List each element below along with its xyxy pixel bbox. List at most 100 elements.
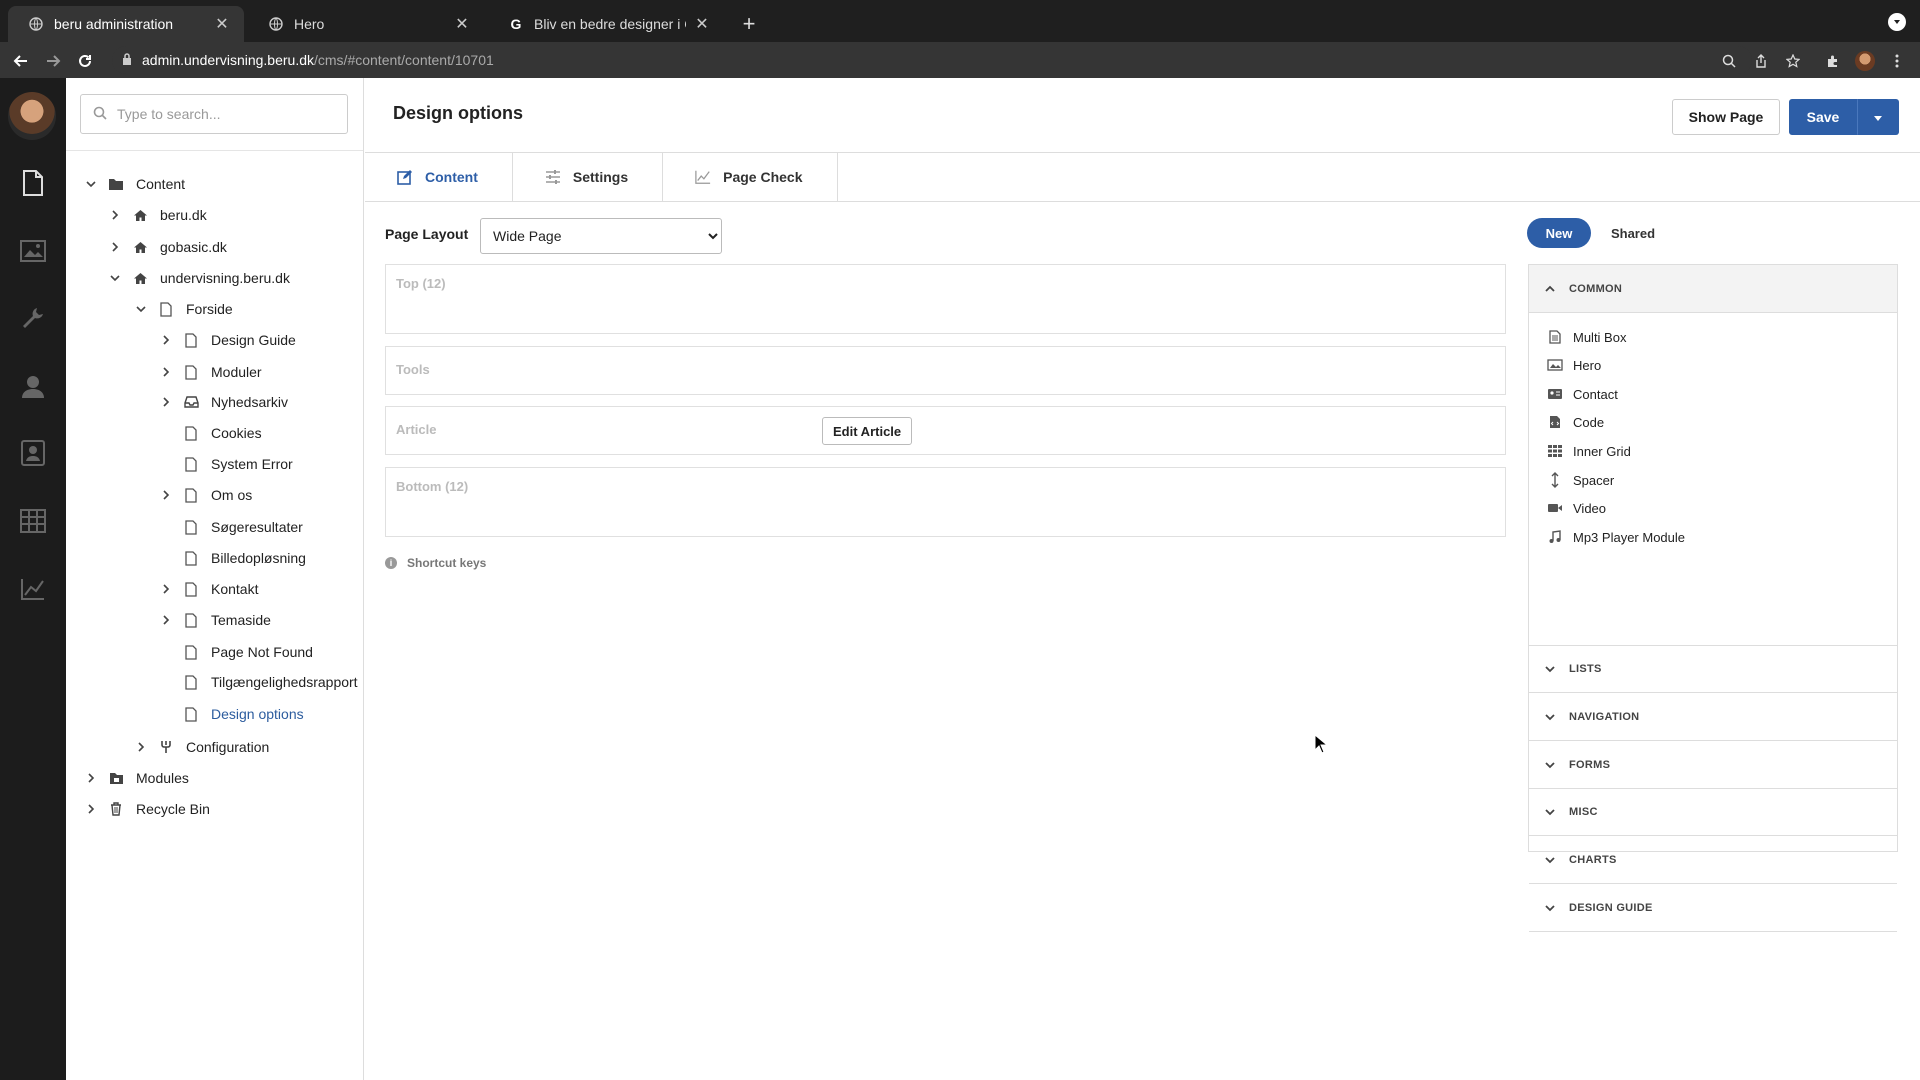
tree-item[interactable]: Nyhedsarkiv — [159, 391, 288, 413]
chevron-right-icon[interactable] — [159, 365, 173, 379]
tree-item[interactable]: Forside — [134, 298, 233, 320]
zoom-icon[interactable] — [1718, 50, 1740, 72]
chevron-right-icon[interactable] — [159, 488, 173, 502]
zone-tools[interactable]: Tools — [385, 346, 1506, 395]
toggle-shared[interactable]: Shared — [1601, 218, 1665, 248]
save-options-button[interactable] — [1857, 99, 1899, 135]
tree-item[interactable]: Cookies — [159, 422, 262, 444]
chevron-right-icon[interactable] — [84, 802, 98, 816]
chevron-right-icon[interactable] — [159, 613, 173, 627]
tree-item[interactable]: Configuration — [134, 736, 269, 758]
tree-item[interactable]: Kontakt — [159, 578, 258, 600]
component-hero[interactable]: Hero — [1547, 355, 1601, 375]
avatar[interactable] — [8, 92, 56, 140]
search-input[interactable] — [117, 106, 337, 122]
tree-item-label: Temaside — [211, 612, 271, 628]
profile-avatar[interactable] — [1854, 50, 1876, 72]
close-icon[interactable]: ✕ — [454, 16, 470, 33]
zone-bottom[interactable]: Bottom (12) — [385, 467, 1506, 537]
url-bar[interactable]: admin.undervisning.beru.dk/cms/#content/… — [112, 46, 1752, 74]
toggle-new[interactable]: New — [1527, 218, 1591, 248]
chevron-right-icon[interactable] — [84, 771, 98, 785]
browser-tab[interactable]: beru administration ✕ — [8, 6, 244, 42]
tree-item[interactable]: Modules — [84, 767, 189, 789]
members-icon[interactable] — [18, 438, 48, 468]
shortcut-keys-link[interactable]: i Shortcut keys — [385, 556, 486, 570]
analytics-icon[interactable] — [18, 574, 48, 604]
tree-item-label: gobasic.dk — [160, 239, 227, 255]
tab-page-check[interactable]: Page Check — [663, 153, 838, 201]
tree-item[interactable]: Tilgængelighedsrapport — [159, 671, 358, 693]
category-charts[interactable]: CHARTS — [1529, 836, 1897, 884]
chevron-down-icon[interactable] — [108, 271, 122, 285]
reload-icon[interactable] — [74, 50, 96, 72]
chevron-right-icon[interactable] — [108, 208, 122, 222]
component-multi-box[interactable]: Multi Box — [1547, 327, 1626, 347]
search-icon — [93, 106, 107, 123]
zone-top[interactable]: Top (12) — [385, 264, 1506, 334]
component-code[interactable]: Code — [1547, 412, 1604, 432]
settings-icon[interactable] — [18, 303, 48, 333]
new-tab-icon[interactable]: + — [737, 11, 761, 36]
tab-search-icon[interactable] — [1888, 13, 1906, 31]
chevron-down-icon[interactable] — [134, 302, 148, 316]
tree-item[interactable]: Design Guide — [159, 329, 296, 351]
share-icon[interactable] — [1750, 50, 1772, 72]
tree-item[interactable]: Billedopløsning — [159, 547, 306, 569]
data-icon[interactable] — [18, 506, 48, 536]
component-contact[interactable]: Contact — [1547, 384, 1618, 404]
media-icon[interactable] — [18, 236, 48, 266]
star-icon[interactable] — [1782, 50, 1804, 72]
category-design-guide[interactable]: DESIGN GUIDE — [1529, 884, 1897, 932]
forward-icon[interactable] — [42, 50, 64, 72]
browser-tab[interactable]: G Bliv en bedre designer i GoBasic ✕ — [488, 6, 724, 42]
chevron-right-icon[interactable] — [159, 333, 173, 347]
category-label: CHARTS — [1569, 853, 1617, 866]
tree-item[interactable]: Page Not Found — [159, 641, 313, 663]
tree-item[interactable]: Content — [84, 173, 185, 195]
chevron-down-icon[interactable] — [84, 177, 98, 191]
chevron-right-icon[interactable] — [108, 240, 122, 254]
caret-down-icon — [1873, 109, 1883, 125]
tree-item[interactable]: Moduler — [159, 361, 262, 383]
zone-article[interactable]: Article Edit Article — [385, 406, 1506, 455]
back-icon[interactable] — [10, 50, 32, 72]
tree-item-label: Page Not Found — [211, 644, 313, 660]
category-navigation[interactable]: NAVIGATION — [1529, 693, 1897, 741]
close-icon[interactable]: ✕ — [694, 16, 710, 33]
tree-item[interactable]: beru.dk — [108, 204, 207, 226]
tree-item[interactable]: Om os — [159, 484, 252, 506]
page-layout-select[interactable]: Wide Page — [480, 218, 722, 254]
save-button[interactable]: Save — [1789, 99, 1857, 135]
component-inner-grid[interactable]: Inner Grid — [1547, 441, 1631, 461]
tree-item[interactable]: Temaside — [159, 609, 271, 631]
component-spacer[interactable]: Spacer — [1547, 470, 1614, 490]
extensions-icon[interactable] — [1822, 50, 1844, 72]
tree-item[interactable]: undervisning.beru.dk — [108, 267, 290, 289]
content-icon[interactable] — [18, 168, 48, 198]
tree-item[interactable]: Søgeresultater — [159, 516, 303, 538]
tree-item-label: Modules — [136, 770, 189, 786]
edit-article-button[interactable]: Edit Article — [822, 417, 913, 445]
close-icon[interactable]: ✕ — [214, 16, 230, 33]
more-vertical-icon[interactable] — [1886, 50, 1908, 72]
tree-search[interactable] — [80, 94, 348, 134]
chevron-right-icon[interactable] — [134, 740, 148, 754]
component-video[interactable]: Video — [1547, 498, 1606, 518]
tree-item[interactable]: Recycle Bin — [84, 798, 210, 820]
category-lists[interactable]: LISTS — [1529, 645, 1897, 693]
tree-item[interactable]: gobasic.dk — [108, 236, 227, 258]
chevron-right-icon[interactable] — [159, 395, 173, 409]
category-common[interactable]: COMMON — [1529, 265, 1897, 313]
chevron-right-icon[interactable] — [159, 582, 173, 596]
category-forms[interactable]: FORMS — [1529, 741, 1897, 789]
category-misc[interactable]: MISC — [1529, 788, 1897, 836]
tab-content[interactable]: Content — [365, 153, 513, 201]
tree-item[interactable]: System Error — [159, 453, 293, 475]
users-icon[interactable] — [18, 371, 48, 401]
show-page-button[interactable]: Show Page — [1672, 99, 1780, 135]
component-mp3-player[interactable]: Mp3 Player Module — [1547, 527, 1685, 547]
tree-item[interactable]: Design options — [159, 703, 304, 725]
browser-tab[interactable]: Hero ✕ — [248, 6, 484, 42]
tab-settings[interactable]: Settings — [513, 153, 664, 201]
